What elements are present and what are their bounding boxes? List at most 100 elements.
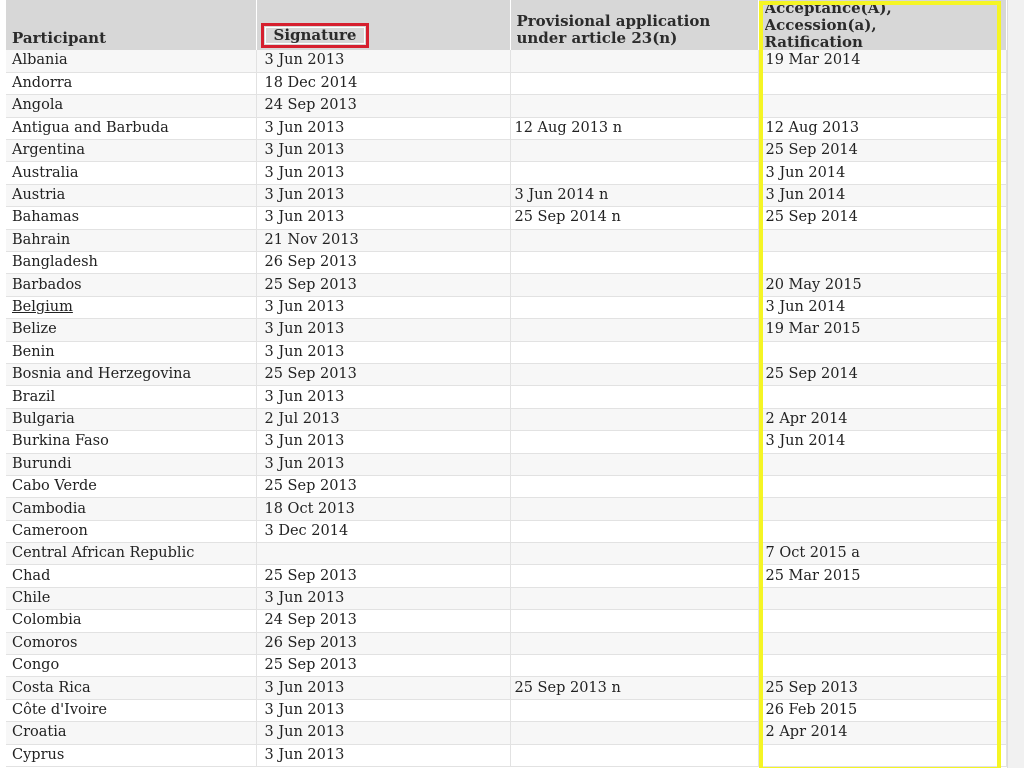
ratification-cell: 3 Jun 2014: [758, 430, 1007, 454]
table-row: Angola 24 Sep 2013: [6, 94, 1007, 118]
signature-cell: 3 Jun 2013: [256, 50, 511, 73]
signature-cell: 3 Jun 2013: [256, 453, 511, 476]
ratification-cell-text: 20 May 2015: [765, 276, 862, 293]
provisional-cell: [510, 50, 759, 73]
signature-cell: 2 Jul 2013: [256, 408, 511, 432]
table-body: Albania 3 Jun 2013 19 Mar 2014 Andorra 18 De…: [6, 50, 1007, 768]
signature-cell-text: 3 Jun 2013: [264, 724, 345, 741]
ratification-cell: 19 Mar 2014: [758, 50, 1007, 73]
table-row: Andorra 18 Dec 2014: [6, 72, 1007, 96]
provisional-cell: 3 Jun 2014 n: [510, 184, 759, 208]
signature-cell: 21 Nov 2013: [256, 229, 511, 253]
participant-cell-text: Belize: [12, 321, 57, 338]
table-row: Belgium 3 Jun 2013 3 Jun 2014: [6, 296, 1007, 320]
ratification-cell-text: 7 Oct 2015 a: [765, 545, 860, 562]
signature-cell: 3 Jun 2013: [256, 587, 511, 611]
provisional-cell: [510, 72, 759, 96]
provisional-cell: [510, 341, 759, 364]
table-row: Brazil 3 Jun 2013: [6, 385, 1007, 409]
signature-cell: 3 Jun 2013: [256, 699, 511, 723]
participant-cell: Belgium: [6, 296, 257, 320]
provisional-cell: [510, 385, 759, 409]
provisional-cell-text: 25 Sep 2013 n: [514, 679, 621, 696]
signature-cell: 3 Jun 2013: [256, 341, 511, 364]
ratification-cell-text: 25 Sep 2014: [765, 366, 858, 383]
signature-cell: 3 Jun 2013: [256, 296, 511, 320]
provisional-header-line-2: under article 23(n): [516, 29, 678, 47]
signature-cell-text: 25 Sep 2013: [264, 276, 357, 293]
signature-cell: 3 Jun 2013: [256, 676, 511, 700]
ratification-header-line-3: Ratification: [764, 33, 863, 48]
signature-cell: 25 Sep 2013: [256, 564, 511, 588]
signature-cell-text: 3 Jun 2013: [264, 679, 345, 696]
signature-cell: 24 Sep 2013: [256, 94, 511, 118]
provisional-cell: 25 Sep 2013 n: [510, 676, 759, 700]
participant-cell: Benin: [6, 341, 257, 364]
table-row: Australia 3 Jun 2013 3 Jun 2014: [6, 161, 1007, 185]
signature-header-highlight[interactable]: Signature: [260, 23, 370, 48]
table-row: Bahrain 21 Nov 2013: [6, 229, 1007, 253]
provisional-cell: [510, 363, 759, 387]
signature-cell: 26 Sep 2013: [256, 632, 511, 656]
ratification-cell: 25 Sep 2013: [758, 676, 1007, 700]
signature-cell: 18 Oct 2013: [256, 497, 511, 521]
signature-cell-text: 3 Jun 2013: [264, 746, 345, 763]
signature-cell-text: 18 Dec 2014: [264, 75, 358, 92]
signature-header-label: Signature: [273, 26, 357, 44]
ratification-cell: 25 Mar 2015: [758, 564, 1007, 588]
participant-cell: Cabo Verde: [6, 475, 257, 499]
participant-cell: Albania: [6, 50, 257, 73]
participant-cell-text: Bangladesh: [12, 254, 98, 271]
provisional-cell: [510, 430, 759, 454]
signature-cell-text: 26 Sep 2013: [264, 634, 357, 651]
participant-header: Participant: [6, 0, 257, 50]
table-row: Burkina Faso 3 Jun 2013 3 Jun 2014: [6, 430, 1007, 454]
participant-cell: Cameroon: [6, 520, 257, 544]
participant-cell: Argentina: [6, 139, 257, 163]
ratification-cell: [758, 587, 1007, 611]
table-row: Barbados 25 Sep 2013 20 May 2015: [6, 273, 1007, 297]
table-row: Congo 25 Sep 2013: [6, 654, 1007, 678]
provisional-header: Provisional application under article 23…: [510, 0, 759, 50]
header-row: Participant Signature Provisional applic…: [6, 0, 1007, 50]
signature-cell-text: 3 Jun 2013: [264, 343, 345, 360]
table-row: Cameroon 3 Dec 2014: [6, 520, 1007, 544]
signature-cell-text: 25 Sep 2013: [264, 478, 357, 495]
signature-cell: 3 Dec 2014: [256, 520, 511, 544]
table-row: Côte d'Ivoire 3 Jun 2013 26 Feb 2015: [6, 699, 1007, 723]
participant-cell: Congo: [6, 654, 257, 678]
table-row: Croatia 3 Jun 2013 2 Apr 2014: [6, 721, 1007, 745]
ratification-cell: 12 Aug 2013: [758, 117, 1007, 141]
signature-cell: 3 Jun 2013: [256, 184, 511, 208]
participant-cell-text: Antigua and Barbuda: [12, 119, 169, 136]
ratification-cell: 2 Apr 2014: [758, 408, 1007, 432]
participant-link[interactable]: Belgium: [12, 299, 73, 315]
signature-cell-text: 3 Dec 2014: [264, 522, 349, 539]
signature-cell-text: 25 Sep 2013: [264, 657, 357, 674]
provisional-cell: [510, 721, 759, 745]
table-row: Bulgaria 2 Jul 2013 2 Apr 2014: [6, 408, 1007, 432]
ratification-cell-text: 25 Sep 2013: [765, 679, 858, 696]
participant-cell-text: Austria: [12, 187, 66, 204]
table-row: Chile 3 Jun 2013: [6, 587, 1007, 611]
participant-cell: Bosnia and Herzegovina: [6, 363, 257, 387]
participant-cell: Belize: [6, 318, 257, 342]
provisional-cell: [510, 744, 759, 768]
table-row: Comoros 26 Sep 2013: [6, 632, 1007, 656]
signature-cell-text: 3 Jun 2013: [264, 321, 345, 338]
table-row: Austria 3 Jun 2013 3 Jun 2014 n 3 Jun 2014: [6, 184, 1007, 208]
ratification-cell: 3 Jun 2014: [758, 296, 1007, 320]
ratification-cell-text: 19 Mar 2015: [765, 321, 861, 338]
participant-cell: Antigua and Barbuda: [6, 117, 257, 141]
participant-cell-text: Chad: [12, 567, 51, 584]
participants-table: Participant Signature Provisional applic…: [6, 0, 1007, 768]
signature-cell: 3 Jun 2013: [256, 721, 511, 745]
participant-cell-text: Croatia: [12, 724, 67, 741]
table-row: Bosnia and Herzegovina 25 Sep 2013 25 Sep …: [6, 363, 1007, 387]
participant-cell: Costa Rica: [6, 676, 257, 700]
provisional-cell: [510, 229, 759, 253]
ratification-cell: 2 Apr 2014: [758, 721, 1007, 745]
participant-cell: Austria: [6, 184, 257, 208]
ratification-cell-text: 3 Jun 2014: [765, 187, 846, 204]
signature-cell: 3 Jun 2013: [256, 161, 511, 185]
